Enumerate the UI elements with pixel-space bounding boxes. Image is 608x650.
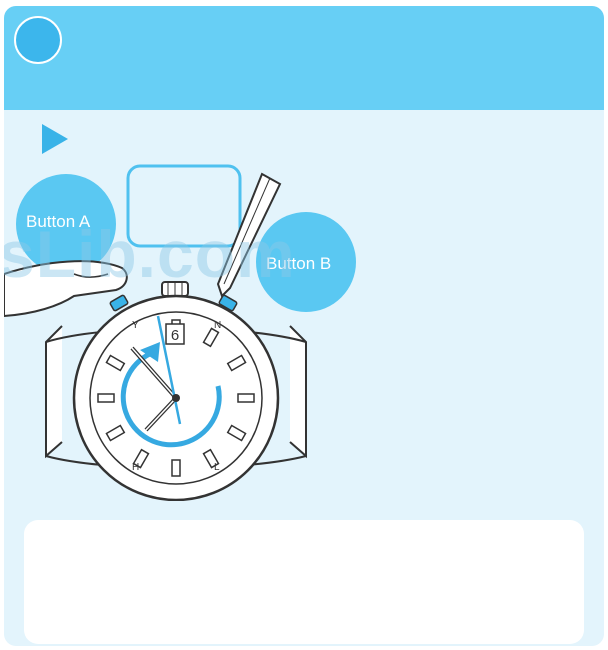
watermark-text: sLib.com xyxy=(4,217,296,291)
compass-east: L xyxy=(214,462,220,473)
play-arrow-icon xyxy=(42,124,68,154)
step-number-circle xyxy=(14,16,62,64)
note-box xyxy=(24,520,584,644)
compass-south: H xyxy=(132,462,139,473)
instruction-card: 6 N Y H L Button A Button B sLib.com xyxy=(4,6,604,646)
date-window-digit: 6 xyxy=(171,327,179,344)
compass-west: Y xyxy=(132,320,139,331)
watch-illustration: 6 N Y H L xyxy=(4,164,356,501)
compass-north: N xyxy=(214,320,221,331)
header-band xyxy=(4,6,604,110)
watch-lug-left xyxy=(45,325,63,459)
watch-lug-right xyxy=(289,325,307,459)
